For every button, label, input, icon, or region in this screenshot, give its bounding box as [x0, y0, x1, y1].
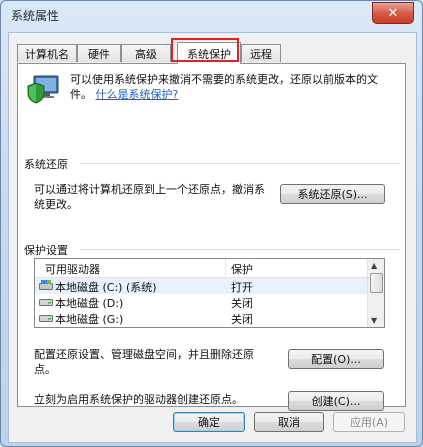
drive-protection-status: 关闭	[231, 313, 253, 326]
intro-text: 可以使用系统保护来撤消不需要的系统更改，还原以前版本的文件。 什么是系统保护?	[70, 72, 390, 102]
tab-panel-system-protection: 可以使用系统保护来撤消不需要的系统更改，还原以前版本的文件。 什么是系统保护? …	[17, 63, 406, 411]
system-restore-button[interactable]: 系统还原(S)...	[280, 184, 385, 204]
drive-name: 本地磁盘 (D:)	[55, 297, 124, 310]
tab-advanced[interactable]: 高级	[121, 44, 171, 62]
tab-hardware[interactable]: 硬件	[77, 44, 121, 62]
system-properties-window: 系统属性 ✕ 计算机名 硬件 高级 系统保护 远程 可以使用系统保护来撤消不需要…	[0, 0, 423, 447]
configure-button[interactable]: 配置(O)...	[288, 349, 384, 369]
drive-row-c[interactable]: 本地磁盘 (C:) (系统) 打开	[35, 278, 369, 294]
drive-row-g[interactable]: 本地磁盘 (G:) 关闭	[35, 310, 369, 326]
cancel-button[interactable]: 取消	[254, 412, 324, 432]
apply-button[interactable]: 应用(A)	[333, 412, 405, 432]
drive-row-d[interactable]: 本地磁盘 (D:) 关闭	[35, 294, 369, 310]
tab-computer-name[interactable]: 计算机名	[17, 44, 77, 62]
title-bar[interactable]: 系统属性 ✕	[1, 1, 422, 29]
computer-shield-icon	[27, 75, 59, 104]
column-separator	[225, 259, 226, 276]
protection-settings-heading: 保护设置	[24, 244, 68, 257]
drive-protection-status: 打开	[231, 281, 253, 294]
tab-highlight-box	[171, 38, 239, 62]
scroll-thumb[interactable]	[370, 273, 383, 293]
drives-list-header: 可用驱动器 保护	[35, 259, 369, 278]
column-protection[interactable]: 保护	[231, 261, 253, 277]
drives-list-scrollbar[interactable]: ▲ ▼	[367, 259, 384, 327]
window-title: 系统属性	[11, 9, 60, 23]
scroll-down-arrow-icon[interactable]: ▼	[371, 316, 377, 325]
column-available-drives[interactable]: 可用驱动器	[45, 261, 100, 277]
drive-name: 本地磁盘 (C:) (系统)	[55, 281, 157, 294]
close-button[interactable]: ✕	[372, 2, 414, 24]
drive-icon	[39, 299, 53, 306]
drive-icon	[39, 315, 53, 322]
protection-settings-divider	[80, 249, 400, 250]
system-restore-divider	[80, 163, 400, 164]
create-button[interactable]: 创建(C)...	[288, 391, 384, 411]
drive-name: 本地磁盘 (G:)	[55, 313, 124, 326]
what-is-protection-link[interactable]: 什么是系统保护?	[96, 88, 179, 101]
configure-description: 配置还原设置、管理磁盘空间，并且删除还原点。	[34, 348, 254, 376]
close-icon: ✕	[387, 5, 399, 21]
dialog-client: 计算机名 硬件 高级 系统保护 远程 可以使用系统保护来撤消不需要的系统更改，还…	[8, 32, 417, 443]
ok-button[interactable]: 确定	[173, 412, 245, 432]
drive-protection-status: 关闭	[231, 297, 253, 310]
create-description: 立刻为启用系统保护的驱动器创建还原点。	[34, 393, 243, 406]
system-drive-icon	[39, 280, 53, 290]
scroll-up-arrow-icon[interactable]: ▲	[371, 261, 377, 270]
system-restore-heading: 系统还原	[24, 158, 68, 171]
tab-remote[interactable]: 远程	[241, 44, 281, 62]
system-restore-description: 可以通过将计算机还原到上一个还原点，撤消系统更改。	[34, 183, 265, 211]
drives-list[interactable]: 可用驱动器 保护 本地磁盘 (C:) (系统) 打开 本地磁盘 (D:) 关闭 …	[34, 258, 385, 328]
